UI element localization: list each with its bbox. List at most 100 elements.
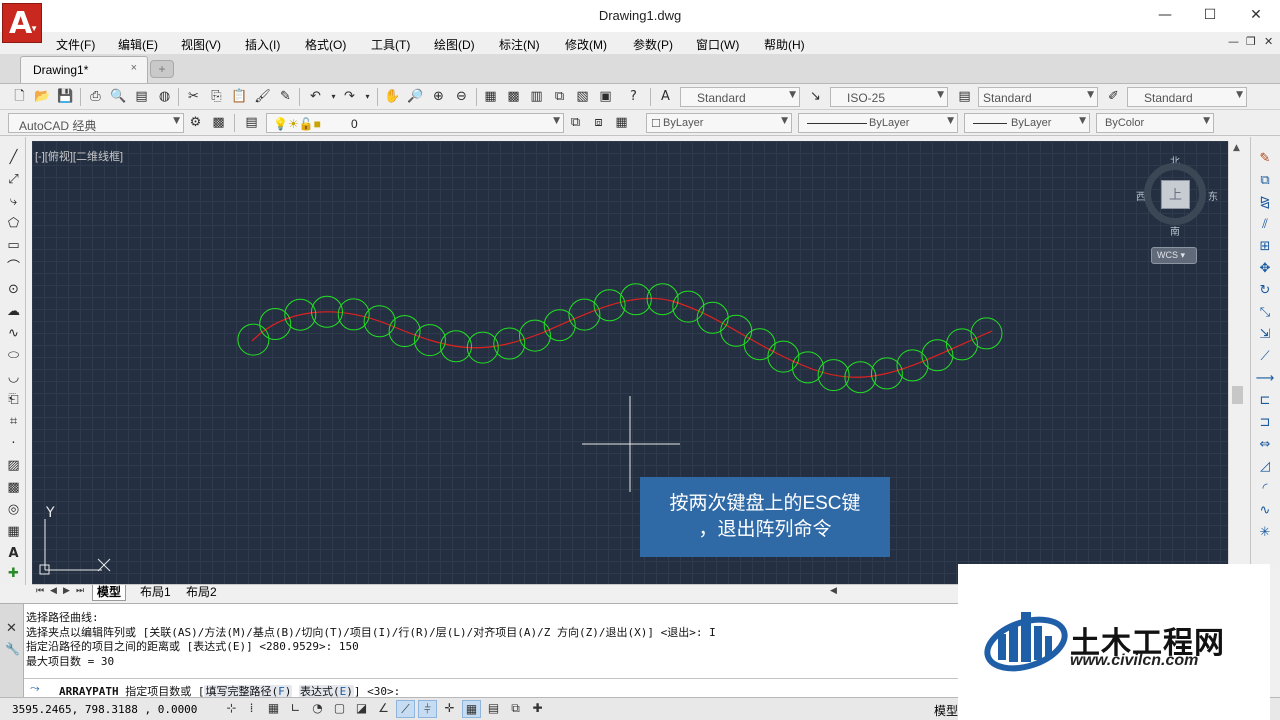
minimize-button[interactable]: — bbox=[1145, 4, 1185, 26]
color-select[interactable]: ☐ ByLayer ▼ bbox=[646, 113, 792, 133]
scroll-left-icon[interactable]: ◀ bbox=[830, 586, 837, 596]
offset-icon[interactable]: ⫽ bbox=[1255, 215, 1275, 235]
scroll-thumb[interactable] bbox=[1232, 386, 1243, 404]
wcs-menu-button[interactable]: WCS ▾ bbox=[1151, 247, 1197, 264]
menu-file[interactable]: 文件(F) bbox=[56, 36, 95, 53]
transparency-icon[interactable]: ▦ bbox=[462, 700, 481, 718]
annotation-monitor-icon[interactable]: ✚ bbox=[528, 700, 547, 718]
zoom-window-icon[interactable]: ⊕ bbox=[429, 88, 448, 107]
menu-parametric[interactable]: 参数(P) bbox=[633, 36, 673, 53]
pan-icon[interactable]: ✋ bbox=[383, 88, 402, 107]
tab-layout2[interactable]: 布局2 bbox=[182, 585, 221, 601]
lineweight-select[interactable]: ByLayer ▼ bbox=[964, 113, 1090, 133]
table-icon[interactable]: ▦ bbox=[4, 523, 23, 542]
paste-icon[interactable]: 📋 bbox=[230, 88, 249, 107]
tab-layout1[interactable]: 布局1 bbox=[136, 585, 175, 601]
menu-format[interactable]: 格式(O) bbox=[305, 36, 346, 53]
markup-icon[interactable]: ▧ bbox=[573, 88, 592, 107]
menu-view[interactable]: 视图(V) bbox=[181, 36, 221, 53]
quick-properties-icon[interactable]: ▤ bbox=[484, 700, 503, 718]
open-file-icon[interactable]: 📂 bbox=[33, 88, 52, 107]
circle-icon[interactable]: ⊙ bbox=[4, 281, 23, 300]
previous-layout-icon[interactable]: ◀ bbox=[50, 586, 57, 596]
copy-icon[interactable]: ⎘ bbox=[207, 88, 226, 107]
new-file-icon[interactable]: 🗋 bbox=[10, 88, 29, 107]
copy-object-icon[interactable]: ⧉ bbox=[1255, 171, 1275, 191]
break-icon[interactable]: ⊐ bbox=[1255, 413, 1275, 433]
viewcube-east[interactable]: 东 bbox=[1208, 188, 1218, 203]
point-icon[interactable]: · bbox=[4, 435, 23, 454]
dynamic-input-icon[interactable]: ⫩ bbox=[418, 700, 437, 718]
scale-icon[interactable]: ⤡ bbox=[1255, 303, 1275, 323]
multiline-text-icon[interactable]: A bbox=[4, 545, 23, 564]
viewcube[interactable]: 北 西 东 南 上 bbox=[1136, 153, 1218, 239]
mdi-close-icon[interactable]: ✕ bbox=[1264, 35, 1273, 48]
break-at-point-icon[interactable]: ⊏ bbox=[1255, 391, 1275, 411]
object-snap-icon[interactable]: ▢ bbox=[330, 700, 349, 718]
sheet-set-icon[interactable]: ⧉ bbox=[550, 88, 569, 107]
zoom-realtime-icon[interactable]: 🔎 bbox=[406, 88, 425, 107]
mleader-style-select[interactable]: Standard ▼ bbox=[1127, 87, 1247, 107]
mirror-icon[interactable]: ⧎ bbox=[1255, 193, 1275, 213]
extend-icon[interactable]: ⟶ bbox=[1255, 369, 1275, 389]
layer-previous-icon[interactable]: ⧈ bbox=[589, 114, 608, 133]
insert-block-icon[interactable]: ⎗ bbox=[4, 391, 23, 410]
plotstyle-select[interactable]: ByColor ▼ bbox=[1096, 113, 1214, 133]
mleader-style-icon[interactable]: ✐ bbox=[1104, 88, 1123, 107]
move-icon[interactable]: ✥ bbox=[1255, 259, 1275, 279]
line-icon[interactable]: ╱ bbox=[4, 149, 23, 168]
redo-icon[interactable]: ↷ bbox=[340, 88, 359, 107]
undo-icon[interactable]: ↶ bbox=[306, 88, 325, 107]
menu-insert[interactable]: 插入(I) bbox=[245, 36, 280, 53]
help-icon[interactable]: ? bbox=[624, 88, 643, 107]
construction-line-icon[interactable]: ⤢ bbox=[4, 171, 23, 190]
dim-style-icon[interactable]: ↘ bbox=[806, 88, 825, 107]
first-layout-icon[interactable]: ⏮ bbox=[36, 586, 44, 596]
add-selected-icon[interactable]: ✚ bbox=[4, 565, 23, 584]
menu-help[interactable]: 帮助(H) bbox=[764, 36, 805, 53]
tool-palettes-icon[interactable]: ▥ bbox=[527, 88, 546, 107]
lineweight-icon[interactable]: ✛ bbox=[440, 700, 459, 718]
dynamic-ucs-icon[interactable]: ⟋ bbox=[396, 700, 415, 718]
application-menu-button[interactable]: A ▼ bbox=[2, 3, 42, 43]
linetype-select[interactable]: ByLayer ▼ bbox=[798, 113, 958, 133]
workspace-settings-icon[interactable]: ⚙ bbox=[186, 114, 205, 133]
layer-states-icon[interactable]: ▦ bbox=[612, 114, 631, 133]
close-command-window-icon[interactable]: ✕ bbox=[6, 620, 17, 636]
menu-window[interactable]: 窗口(W) bbox=[696, 36, 739, 53]
redo-dropdown-icon[interactable]: ▾ bbox=[358, 88, 377, 107]
viewcube-south[interactable]: 南 bbox=[1170, 223, 1180, 238]
text-style-icon[interactable]: A bbox=[656, 88, 675, 107]
drawing-area[interactable]: [-][俯视][二维线框] Y X 北 西 东 南 上 bbox=[32, 141, 1228, 584]
stretch-icon[interactable]: ⇲ bbox=[1255, 325, 1275, 345]
ellipse-icon[interactable]: ⬭ bbox=[4, 347, 23, 366]
layer-properties-icon[interactable]: ▤ bbox=[242, 114, 261, 133]
mdi-restore-icon[interactable]: ❐ bbox=[1246, 35, 1256, 48]
fillet-icon[interactable]: ◜ bbox=[1255, 479, 1275, 499]
cut-icon[interactable]: ✂ bbox=[184, 88, 203, 107]
3d-print-icon[interactable]: ◍ bbox=[155, 88, 174, 107]
array-icon[interactable]: ⊞ bbox=[1255, 237, 1275, 257]
design-center-icon[interactable]: ▩ bbox=[504, 88, 523, 107]
zoom-previous-icon[interactable]: ⊖ bbox=[452, 88, 471, 107]
text-style-select[interactable]: Standard ▼ bbox=[680, 87, 800, 107]
polygon-icon[interactable]: ⬠ bbox=[4, 215, 23, 234]
menu-modify[interactable]: 修改(M) bbox=[565, 36, 607, 53]
block-editor-icon[interactable]: ✎ bbox=[276, 88, 295, 107]
make-block-icon[interactable]: ⌗ bbox=[4, 413, 23, 432]
workspace-select[interactable]: AutoCAD 经典 ▼ bbox=[8, 113, 184, 133]
tab-close-icon[interactable]: × bbox=[131, 62, 137, 74]
polar-tracking-icon[interactable]: ◔ bbox=[308, 700, 327, 718]
blend-curves-icon[interactable]: ∿ bbox=[1255, 501, 1275, 521]
model-space-toggle[interactable]: 模型 bbox=[934, 702, 958, 719]
menu-edit[interactable]: 编辑(E) bbox=[118, 36, 158, 53]
command-window-grip[interactable]: ✕ 🔧 bbox=[0, 604, 24, 698]
command-input[interactable]: ⤳ ARRAYPATH 指定项目数或 [填写完整路径(F) 表达式(E)] <3… bbox=[24, 678, 958, 698]
save-icon[interactable]: 💾 bbox=[56, 88, 75, 107]
chamfer-icon[interactable]: ◿ bbox=[1255, 457, 1275, 477]
last-layout-icon[interactable]: ⏭ bbox=[76, 586, 84, 596]
properties-icon[interactable]: ▦ bbox=[481, 88, 500, 107]
menu-draw[interactable]: 绘图(D) bbox=[434, 36, 475, 53]
viewcube-top-face[interactable]: 上 bbox=[1161, 180, 1190, 209]
table-style-icon[interactable]: ▤ bbox=[955, 88, 974, 107]
